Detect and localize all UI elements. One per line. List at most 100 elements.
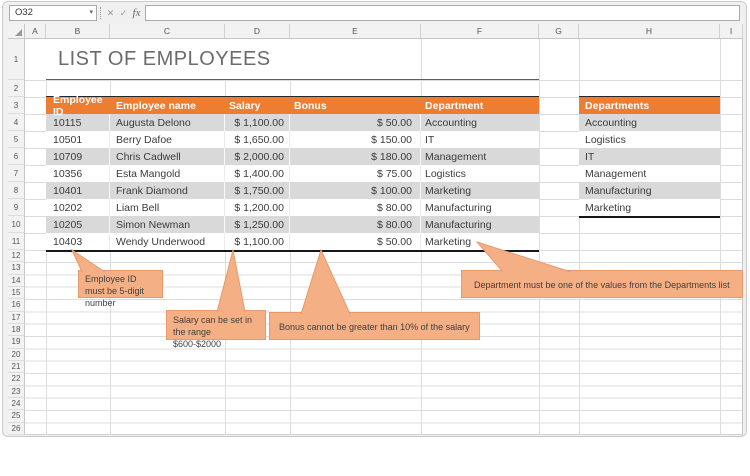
cell-salary[interactable]: $ 2,000.00 [225, 148, 290, 165]
row-number[interactable]: 24 [8, 398, 25, 410]
cell-employee-name[interactable]: Chris Cadwell [110, 148, 225, 165]
row-number[interactable]: 15 [8, 287, 25, 299]
department-item[interactable]: Manufacturing [579, 182, 720, 199]
sheet-title-cell[interactable]: LIST OF EMPLOYEES [46, 39, 421, 79]
row-number[interactable]: 20 [8, 349, 25, 361]
cell-department[interactable]: Marketing [421, 233, 539, 250]
cell-bonus[interactable]: $ 50.00 [290, 233, 421, 250]
cell-salary[interactable]: $ 1,100.00 [225, 114, 290, 131]
column-header-d[interactable]: D [225, 24, 290, 39]
cell-salary[interactable]: $ 1,100.00 [225, 233, 290, 250]
callout-employee-id[interactable]: Employee ID must be 5-digit number [78, 270, 163, 298]
header-employee-name[interactable]: Employee name [110, 97, 225, 114]
cell-employee-name[interactable]: Simon Newman [110, 216, 225, 233]
row-number[interactable]: 8 [8, 182, 25, 199]
cell-bonus[interactable]: $ 75.00 [290, 165, 421, 182]
cell-employee-name[interactable]: Esta Mangold [110, 165, 225, 182]
row-number[interactable]: 3 [8, 97, 25, 114]
row-number[interactable]: 25 [8, 410, 25, 422]
column-header-h[interactable]: H [579, 24, 720, 39]
cell-department[interactable]: IT [421, 131, 539, 148]
cell-employee-id[interactable]: 10403 [46, 233, 110, 250]
cancel-button[interactable]: ✕ [104, 5, 117, 21]
row-number[interactable]: 5 [8, 131, 25, 148]
column-header-e[interactable]: E [290, 24, 421, 39]
department-item[interactable]: IT [579, 148, 720, 165]
row-number[interactable]: 16 [8, 299, 25, 311]
table-row: 10501 Berry Dafoe $ 1,650.00 $ 150.00 IT [46, 131, 539, 148]
cell-salary[interactable]: $ 1,250.00 [225, 216, 290, 233]
department-item[interactable]: Accounting [579, 114, 720, 131]
cell-salary[interactable]: $ 1,750.00 [225, 182, 290, 199]
column-header-g[interactable]: G [539, 24, 579, 39]
callout-salary[interactable]: Salary can be set in the range $600-$200… [166, 310, 266, 340]
row-number[interactable]: 22 [8, 373, 25, 385]
cell-salary[interactable]: $ 1,650.00 [225, 131, 290, 148]
cell-employee-id[interactable]: 10202 [46, 199, 110, 216]
cell-department[interactable]: Management [421, 148, 539, 165]
callout-bonus[interactable]: Bonus cannot be greater than 10% of the … [269, 312, 480, 340]
cell-department[interactable]: Manufacturing [421, 199, 539, 216]
column-header-b[interactable]: B [46, 24, 110, 39]
row-number[interactable]: 21 [8, 361, 25, 373]
cell-bonus[interactable]: $ 150.00 [290, 131, 421, 148]
row-number[interactable]: 17 [8, 312, 25, 324]
cell-employee-id[interactable]: 10401 [46, 182, 110, 199]
name-box-dropdown-icon[interactable]: ▾ [89, 6, 93, 20]
insert-function-button[interactable]: fx [130, 5, 143, 21]
header-employee-id[interactable]: Employee ID [46, 97, 110, 114]
confirm-button[interactable]: ✓ [117, 5, 130, 21]
header-bonus[interactable]: Bonus [290, 97, 421, 114]
department-item[interactable]: Marketing [579, 199, 720, 216]
cell-bonus[interactable]: $ 100.00 [290, 182, 421, 199]
column-header-a[interactable]: A [25, 24, 46, 39]
row-number[interactable]: 9 [8, 199, 25, 216]
row-number[interactable]: 12 [8, 250, 25, 262]
cell-department[interactable]: Manufacturing [421, 216, 539, 233]
column-header-i[interactable]: I [720, 24, 743, 39]
row-number[interactable]: 1 [8, 39, 25, 80]
cell-bonus[interactable]: $ 50.00 [290, 114, 421, 131]
cell-employee-id[interactable]: 10205 [46, 216, 110, 233]
row-number[interactable]: 10 [8, 216, 25, 233]
cell-department[interactable]: Marketing [421, 182, 539, 199]
row-number[interactable]: 7 [8, 165, 25, 182]
cell-bonus[interactable]: $ 180.00 [290, 148, 421, 165]
row-number[interactable]: 19 [8, 336, 25, 348]
cell-employee-id[interactable]: 10115 [46, 114, 110, 131]
row-number[interactable]: 14 [8, 275, 25, 287]
cell-employee-name[interactable]: Frank Diamond [110, 182, 225, 199]
cell-employee-name[interactable]: Liam Bell [110, 199, 225, 216]
row-number[interactable]: 26 [8, 423, 25, 435]
row-number[interactable]: 11 [8, 233, 25, 250]
cell-department[interactable]: Accounting [421, 114, 539, 131]
row-number[interactable]: 6 [8, 148, 25, 165]
row-number[interactable]: 13 [8, 262, 25, 274]
department-item[interactable]: Logistics [579, 131, 720, 148]
cell-bonus[interactable]: $ 80.00 [290, 199, 421, 216]
department-item[interactable]: Management [579, 165, 720, 182]
column-header-c[interactable]: C [110, 24, 225, 39]
cell-salary[interactable]: $ 1,400.00 [225, 165, 290, 182]
header-department[interactable]: Department [421, 97, 539, 114]
column-header-f[interactable]: F [421, 24, 539, 39]
cell-employee-id[interactable]: 10709 [46, 148, 110, 165]
row-number[interactable]: 4 [8, 114, 25, 131]
header-salary[interactable]: Salary [225, 97, 290, 114]
formula-input[interactable] [145, 5, 740, 21]
cell-employee-name[interactable]: Wendy Underwood [110, 233, 225, 250]
cell-employee-name[interactable]: Berry Dafoe [110, 131, 225, 148]
departments-header[interactable]: Departments [579, 97, 720, 114]
cell-employee-name[interactable]: Augusta Delono [110, 114, 225, 131]
row-number[interactable]: 23 [8, 386, 25, 398]
cell-salary[interactable]: $ 1,200.00 [225, 199, 290, 216]
select-all-corner[interactable] [8, 24, 25, 39]
row-number[interactable]: 18 [8, 324, 25, 336]
cell-employee-id[interactable]: 10356 [46, 165, 110, 182]
name-box[interactable]: O32 ▾ [9, 5, 97, 21]
row-number[interactable]: 2 [8, 80, 25, 97]
callout-department[interactable]: Department must be one of the values fro… [461, 270, 743, 298]
cell-employee-id[interactable]: 10501 [46, 131, 110, 148]
cell-department[interactable]: Logistics [421, 165, 539, 182]
cell-bonus[interactable]: $ 80.00 [290, 216, 421, 233]
